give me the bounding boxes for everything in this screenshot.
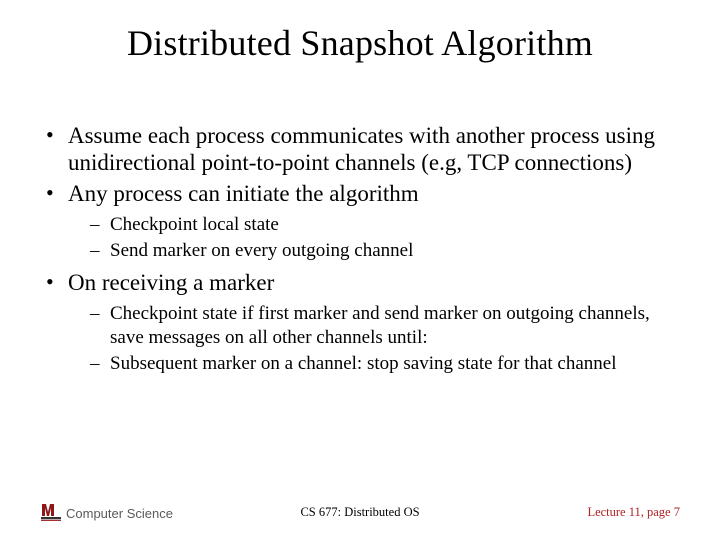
slide: Distributed Snapshot Algorithm Assume ea…	[0, 0, 720, 540]
footer-page: Lecture 11, page 7	[587, 505, 680, 520]
slide-footer: Computer Science CS 677: Distributed OS …	[0, 498, 720, 522]
sub-bullet-list: Checkpoint state if first marker and sen…	[68, 302, 680, 375]
bullet-item: Any process can initiate the algorithm C…	[40, 180, 680, 263]
bullet-text: On receiving a marker	[68, 270, 274, 295]
sub-bullet-item: Send marker on every outgoing channel	[90, 239, 680, 263]
bullet-item: On receiving a marker Checkpoint state i…	[40, 269, 680, 375]
sub-bullet-list: Checkpoint local state Send marker on ev…	[68, 213, 680, 263]
bullet-item: Assume each process communicates with an…	[40, 122, 680, 176]
sub-bullet-item: Subsequent marker on a channel: stop sav…	[90, 352, 680, 376]
sub-bullet-item: Checkpoint local state	[90, 213, 680, 237]
slide-title: Distributed Snapshot Algorithm	[40, 22, 680, 64]
bullet-text: Any process can initiate the algorithm	[68, 181, 419, 206]
bullet-list: Assume each process communicates with an…	[40, 122, 680, 375]
sub-bullet-item: Checkpoint state if first marker and sen…	[90, 302, 680, 350]
